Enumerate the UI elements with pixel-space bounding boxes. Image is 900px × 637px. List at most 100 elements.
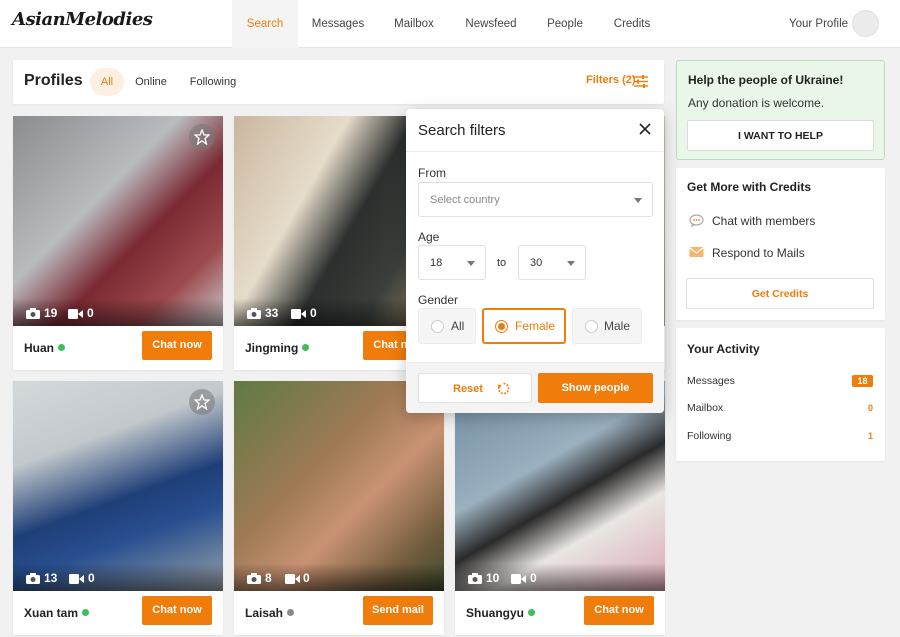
star-icon <box>194 129 210 145</box>
tab-online[interactable]: Online <box>131 68 171 96</box>
radio-button-selected[interactable] <box>495 320 508 333</box>
profile-name-text: Huan <box>24 341 54 355</box>
photo-stats: 10 0 <box>455 563 665 591</box>
photo-count: 13 <box>44 571 58 585</box>
credit-feature-mail: Respond to Mails <box>689 246 805 261</box>
profile-name-text: Shuangyu <box>466 606 525 620</box>
profile-name-text: Laisah <box>245 606 284 620</box>
close-icon[interactable] <box>638 122 652 136</box>
from-label: From <box>418 166 446 180</box>
age-to-label: to <box>497 257 507 269</box>
offline-indicator <box>287 609 295 616</box>
reset-label: Reset <box>453 383 483 395</box>
mailbox-count: 0 <box>867 403 873 413</box>
chevron-down-icon <box>567 261 575 266</box>
chevron-down-icon <box>467 261 475 266</box>
nav-messages[interactable]: Messages <box>303 0 373 48</box>
credit-feature-label: Chat with members <box>712 214 816 228</box>
want-to-help-button[interactable]: I WANT TO HELP <box>687 120 874 151</box>
gender-option-label: All <box>451 319 465 333</box>
camera-icon <box>468 573 482 584</box>
gender-option-all[interactable]: All <box>418 308 476 344</box>
tab-following[interactable]: Following <box>187 68 239 96</box>
show-people-button[interactable]: Show people <box>538 373 653 403</box>
page-title: Profiles <box>24 72 83 89</box>
photo-count: 10 <box>486 571 500 585</box>
video-icon <box>69 574 84 584</box>
sliders-icon[interactable] <box>634 75 648 88</box>
age-min-value: 18 <box>430 257 443 269</box>
video-icon <box>68 309 83 319</box>
credit-feature-label: Respond to Mails <box>712 246 805 260</box>
age-label: Age <box>418 230 440 244</box>
photo-stats: 13 0 <box>13 563 223 591</box>
tab-all[interactable]: All <box>90 68 124 96</box>
nav-your-profile[interactable]: Your Profile <box>789 0 848 48</box>
photo-count: 33 <box>265 306 279 320</box>
chat-now-button[interactable]: Chat now <box>584 596 654 625</box>
camera-icon <box>26 573 40 584</box>
favorite-star-button[interactable] <box>189 389 215 415</box>
photo-stats: 19 0 <box>13 298 223 326</box>
photo-count: 8 <box>265 571 272 585</box>
envelope-icon <box>689 247 704 257</box>
country-select[interactable]: Select country <box>418 182 653 217</box>
refresh-icon <box>497 382 510 395</box>
video-count: 0 <box>87 306 94 320</box>
profile-name[interactable]: Laisah <box>245 606 295 620</box>
ukraine-title: Help the people of Ukraine! <box>688 73 844 87</box>
reset-button[interactable]: Reset <box>418 373 532 403</box>
modal-header: Search filters <box>406 109 664 152</box>
profile-photo[interactable]: 13 0 <box>13 381 223 591</box>
site-logo[interactable]: AsianMelodies <box>12 9 153 30</box>
nav-newsfeed[interactable]: Newsfeed <box>458 0 524 48</box>
top-navigation: AsianMelodies Search Messages Mailbox Ne… <box>0 0 900 48</box>
chat-now-button[interactable]: Chat now <box>142 331 212 360</box>
photo-count: 19 <box>44 306 58 320</box>
profile-photo[interactable]: 19 0 <box>13 116 223 326</box>
star-icon <box>194 394 210 410</box>
nav-credits[interactable]: Credits <box>607 0 657 48</box>
camera-icon <box>26 308 40 319</box>
radio-button[interactable] <box>431 320 444 333</box>
chat-now-button[interactable]: Chat now <box>142 596 212 625</box>
activity-mailbox-label[interactable]: Mailbox <box>687 402 723 414</box>
age-max-value: 30 <box>530 257 543 269</box>
camera-icon <box>247 308 261 319</box>
credits-panel-title: Get More with Credits <box>687 180 812 194</box>
get-credits-button[interactable]: Get Credits <box>686 278 874 309</box>
age-max-select[interactable]: 30 <box>518 245 586 280</box>
profile-name[interactable]: Jingming <box>245 341 310 355</box>
gender-option-female[interactable]: Female <box>482 308 566 344</box>
filters-button[interactable]: Filters (2) <box>586 74 636 86</box>
photo-stats: 8 0 <box>234 563 444 591</box>
activity-messages-label[interactable]: Messages <box>687 375 735 387</box>
nav-mailbox[interactable]: Mailbox <box>382 0 446 48</box>
video-count: 0 <box>303 571 310 585</box>
video-count: 0 <box>88 571 95 585</box>
age-min-select[interactable]: 18 <box>418 245 486 280</box>
video-count: 0 <box>530 571 537 585</box>
profile-card[interactable]: 13 0 Xuan tam Chat now <box>13 381 223 635</box>
activity-title: Your Activity <box>687 342 760 356</box>
activity-following-label[interactable]: Following <box>687 430 731 442</box>
radio-button[interactable] <box>585 320 598 333</box>
video-icon <box>291 309 306 319</box>
credits-panel: Get More with Credits Chat with members … <box>676 168 885 320</box>
profile-name[interactable]: Huan <box>24 341 65 355</box>
favorite-star-button[interactable] <box>189 124 215 150</box>
profile-card[interactable]: 8 0 Laisah Send mail <box>234 381 444 635</box>
nav-search[interactable]: Search <box>232 0 298 48</box>
profile-name-text: Xuan tam <box>24 606 79 620</box>
avatar[interactable] <box>852 10 879 37</box>
profile-card[interactable]: 19 0 Huan Chat now <box>13 116 223 370</box>
video-count: 0 <box>310 306 317 320</box>
online-indicator <box>82 609 90 616</box>
send-mail-button[interactable]: Send mail <box>363 596 433 625</box>
gender-option-male[interactable]: Male <box>572 308 642 344</box>
online-indicator <box>528 609 536 616</box>
profile-name[interactable]: Shuangyu <box>466 606 536 620</box>
profile-card[interactable]: 10 0 Shuangyu Chat now <box>455 381 665 635</box>
nav-people[interactable]: People <box>540 0 590 48</box>
profile-name[interactable]: Xuan tam <box>24 606 90 620</box>
